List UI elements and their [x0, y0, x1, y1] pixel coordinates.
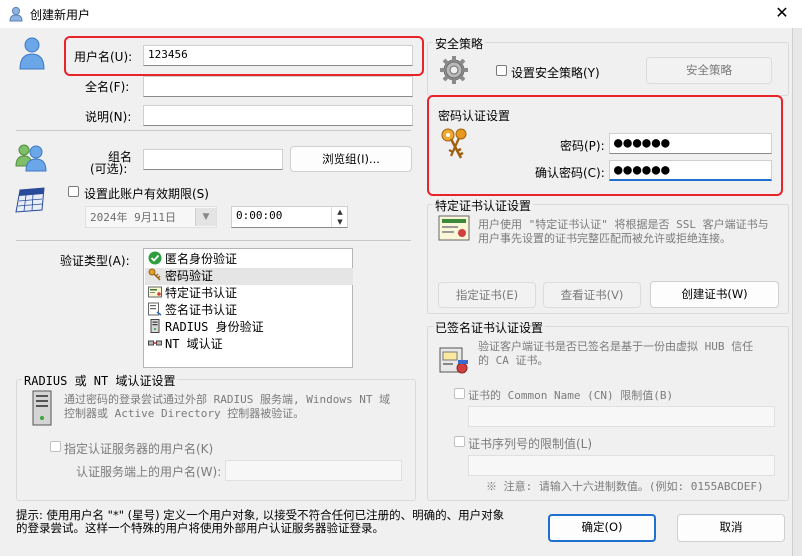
- username-input[interactable]: 123456: [143, 45, 413, 66]
- signed-cert-description-line1: 验证客户端证书是否已签名是基于一份由虚拟 HUB 信任: [478, 340, 754, 353]
- fullname-label: 全名(F):: [85, 80, 130, 94]
- confirm-password-input[interactable]: ●●●●●●: [609, 160, 772, 181]
- password-settings-title: 密码认证设置: [438, 109, 511, 123]
- specific-cert-title: 特定证书认证设置: [433, 197, 534, 214]
- description-input[interactable]: [143, 105, 413, 126]
- hint-line2: 的登录尝试。这样一个特殊的用户将使用外部用户认证服务器验证登录。: [16, 521, 384, 535]
- separator: [16, 240, 411, 241]
- close-button[interactable]: ✕: [768, 2, 796, 24]
- auth-type-list[interactable]: 匿名身份验证 密码验证 特定证书认证 签名证书认证 RADIUS 身份验证 NT…: [143, 248, 353, 368]
- password-label: 密码(P):: [560, 139, 605, 153]
- signed-certificate-icon: [148, 302, 162, 316]
- radius-settings-title: RADIUS 或 NT 域认证设置: [22, 372, 178, 389]
- key-icon: [148, 268, 162, 281]
- group-icon: [14, 142, 48, 172]
- specify-cert-button[interactable]: 指定证书(E): [438, 282, 536, 308]
- security-policy-checkbox[interactable]: [496, 65, 507, 76]
- gear-icon: [438, 54, 470, 86]
- serial-limit-input[interactable]: [468, 455, 775, 476]
- window-title: 创建新用户: [30, 8, 91, 22]
- list-item[interactable]: NT 域认证: [148, 336, 348, 353]
- serial-limit-checkbox[interactable]: [454, 436, 465, 447]
- radius-server-icon: [30, 390, 54, 426]
- cn-limit-input[interactable]: [468, 406, 775, 427]
- certificate-icon: [438, 214, 470, 242]
- specific-cert-description-line2: 用户事先设置的证书完整匹配而被允许或拒绝连接。: [478, 232, 731, 245]
- security-policy-button[interactable]: 安全策略: [646, 57, 772, 84]
- username-label: 用户名(U):: [74, 50, 133, 64]
- group-input[interactable]: [143, 149, 283, 170]
- certificate-icon: [148, 285, 162, 298]
- check-circle-icon: [148, 251, 162, 265]
- signed-certificate-icon: [438, 346, 470, 376]
- time-spinner[interactable]: ▲ ▼: [331, 207, 348, 227]
- specify-server-username-label: 指定认证服务器的用户名(K): [64, 442, 214, 456]
- ok-button[interactable]: 确定(O): [548, 514, 656, 542]
- signed-cert-title: 已签名证书认证设置: [433, 319, 546, 336]
- view-cert-button[interactable]: 查看证书(V): [543, 282, 641, 308]
- list-item[interactable]: RADIUS 身份验证: [148, 319, 348, 336]
- cn-limit-checkbox[interactable]: [454, 388, 465, 399]
- network-icon: [148, 336, 162, 349]
- radius-description-line2: 控制器或 Active Directory 控制器被验证。: [64, 407, 305, 420]
- server-username-input[interactable]: [225, 460, 402, 481]
- security-policy-checkbox-label: 设置安全策略(Y): [511, 66, 600, 80]
- security-policy-title: 安全策略: [433, 35, 486, 52]
- radius-description-line1: 通过密码的登录尝试通过外部 RADIUS 服务端, Windows NT 域: [64, 393, 391, 406]
- background-window-edge: [792, 28, 802, 556]
- server-username-label: 认证服务端上的用户名(W):: [76, 465, 222, 479]
- specific-cert-description-line1: 用户使用 "特定证书认证" 将根据是否 SSL 客户端证书与: [478, 218, 769, 231]
- keys-icon: [439, 126, 471, 162]
- confirm-password-label: 确认密码(C):: [535, 166, 605, 180]
- user-icon: [18, 36, 46, 70]
- auth-type-label: 验证类型(A):: [60, 254, 130, 268]
- server-icon: [148, 319, 162, 333]
- signed-cert-description-line2: 的 CA 证书。: [478, 354, 549, 367]
- specify-server-username-checkbox[interactable]: [50, 441, 61, 452]
- list-item[interactable]: 特定证书认证: [148, 285, 348, 302]
- date-dropdown-icon[interactable]: ▼: [195, 208, 216, 226]
- expiry-time-value: 0:00:00: [236, 209, 283, 222]
- fullname-input[interactable]: [143, 76, 413, 97]
- browse-group-button[interactable]: 浏览组(I)...: [290, 146, 412, 172]
- cancel-button[interactable]: 取消: [677, 514, 785, 542]
- create-cert-button[interactable]: 创建证书(W): [650, 281, 779, 308]
- serial-limit-label: 证书序列号的限制值(L): [468, 437, 593, 451]
- description-label: 说明(N):: [85, 110, 132, 124]
- password-input[interactable]: ●●●●●●: [609, 133, 772, 154]
- list-item[interactable]: 密码验证: [145, 268, 353, 285]
- app-icon: [9, 6, 23, 22]
- group-label-line2: (可选):: [90, 162, 128, 176]
- hex-note: ※ 注意: 请输入十六进制数值。(例如: 0155ABCDEF): [486, 480, 764, 493]
- list-item[interactable]: 匿名身份验证: [148, 251, 348, 268]
- expiry-checkbox-label: 设置此账户有效期限(S): [84, 187, 209, 201]
- list-item[interactable]: 签名证书认证: [148, 302, 348, 319]
- cn-limit-label: 证书的 Common Name (CN) 限制值(B): [468, 389, 674, 402]
- expiry-date-value: 2024年 9月11日: [90, 211, 176, 224]
- title-bar: [0, 0, 802, 28]
- expiry-checkbox[interactable]: [68, 186, 79, 197]
- separator: [16, 130, 411, 131]
- calendar-icon: [14, 184, 48, 214]
